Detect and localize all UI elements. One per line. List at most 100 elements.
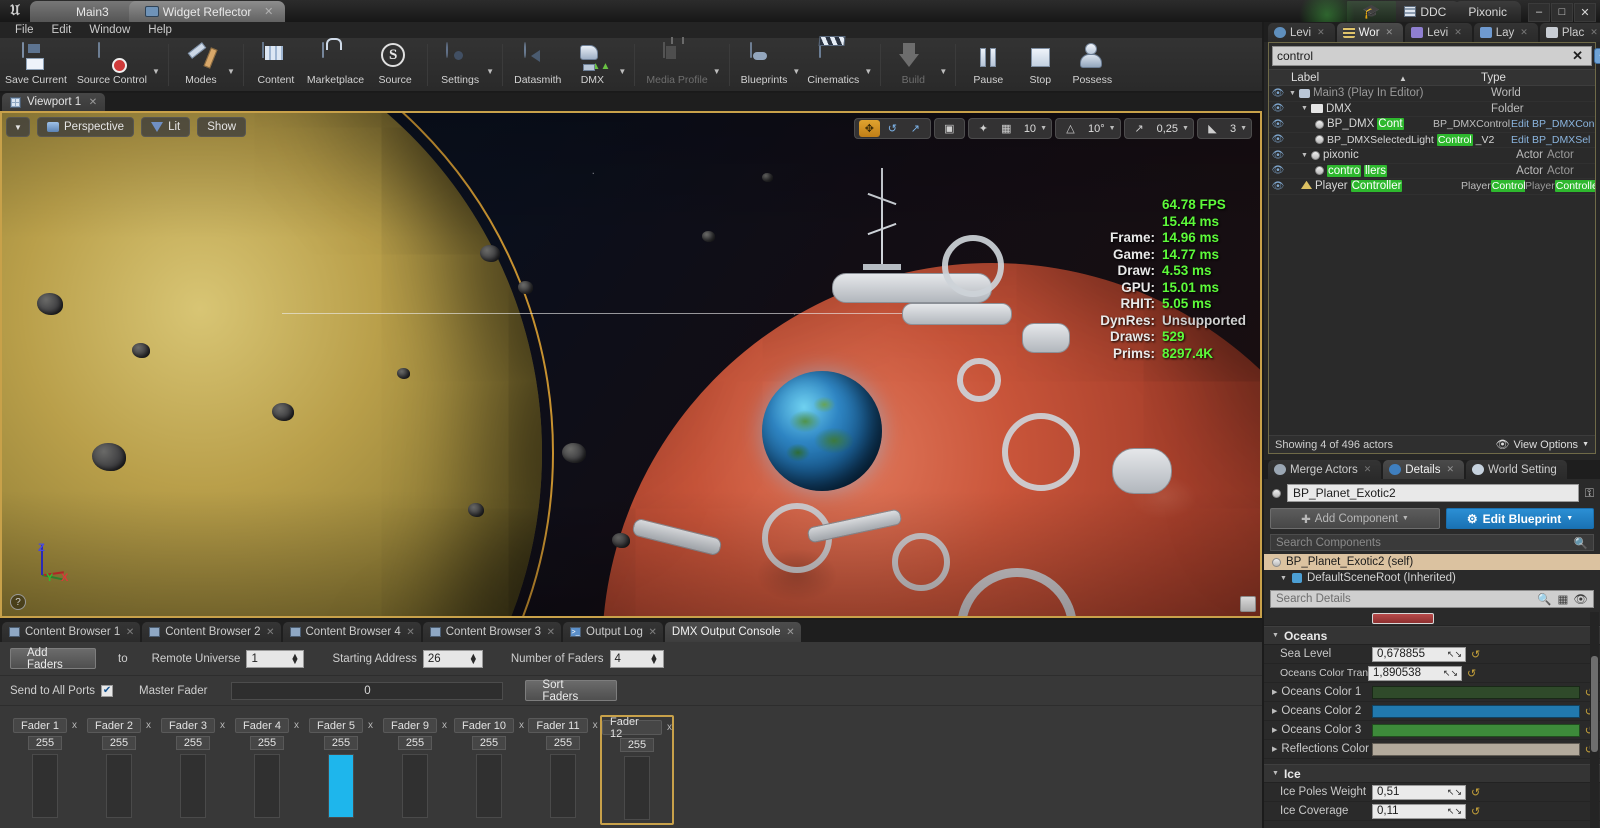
- fader-value[interactable]: 255: [102, 736, 136, 750]
- fader-column[interactable]: Fader 2 x 255: [82, 715, 156, 825]
- visibility-eye-icon[interactable]: 👁: [1269, 119, 1287, 130]
- remove-fader-icon[interactable]: x: [368, 720, 373, 731]
- table-row[interactable]: 👁 ▼ Main3 (Play In Editor) World: [1269, 86, 1595, 102]
- widget-reflector-tab[interactable]: Widget Reflector ✕: [128, 1, 286, 22]
- property-label-group[interactable]: ▶ Oceans Color 2: [1264, 705, 1372, 717]
- close-icon[interactable]: ✕: [1446, 464, 1454, 475]
- fader-label[interactable]: Fader 12: [602, 716, 662, 740]
- fader-slider[interactable]: [402, 754, 428, 818]
- tab-details[interactable]: Details ✕: [1383, 460, 1464, 479]
- scale-snap-value[interactable]: 0,25: [1152, 123, 1183, 135]
- minimize-button[interactable]: –: [1528, 2, 1550, 22]
- camera-speed-value[interactable]: 3: [1225, 123, 1241, 135]
- level-viewport[interactable]: ▼ Perspective Lit Show ✥ ↺ ↗ ▣ ✦ ▦ 10 ▼ …: [0, 111, 1262, 618]
- fader-slider[interactable]: [328, 754, 354, 818]
- remove-fader-icon[interactable]: x: [72, 720, 77, 731]
- camera-speed-icon[interactable]: ◣: [1202, 120, 1223, 137]
- expander-icon[interactable]: ▼: [1280, 575, 1287, 582]
- close-icon[interactable]: ✕: [1590, 27, 1598, 38]
- grid-snap-value[interactable]: 10: [1019, 123, 1041, 135]
- tab-dmx-output-console[interactable]: DMX Output Console ✕: [664, 622, 801, 642]
- remove-fader-icon[interactable]: x: [519, 720, 524, 731]
- close-icon[interactable]: ✕: [406, 627, 414, 638]
- toolbar-media-profile[interactable]: Media Profile: [641, 38, 712, 92]
- row-type-action[interactable]: Edit BP_DMXSel: [1511, 134, 1595, 146]
- spinner-arrows-icon[interactable]: ▲ ▼: [290, 651, 299, 665]
- fader-label[interactable]: Fader 3: [161, 718, 215, 733]
- rotation-snap-value[interactable]: 10°: [1083, 123, 1110, 135]
- rotation-snap-icon[interactable]: △: [1060, 120, 1081, 137]
- drag-handle-icon[interactable]: ↖↘: [1447, 787, 1462, 798]
- tab-world-settings[interactable]: World Setting: [1466, 460, 1567, 479]
- coordinate-space-toggle[interactable]: ▣: [933, 118, 965, 139]
- fader-label[interactable]: Fader 1: [13, 718, 67, 733]
- details-scrollbar[interactable]: [1590, 612, 1599, 828]
- actor-name-field[interactable]: BP_Planet_Exotic2: [1287, 484, 1579, 502]
- toolbar-marketplace[interactable]: Marketplace: [302, 38, 369, 92]
- column-type[interactable]: Type: [1481, 72, 1506, 84]
- oceans-color-3-swatch[interactable]: [1372, 723, 1580, 737]
- toolbar-datasmith[interactable]: Datasmith: [509, 38, 566, 92]
- fader-label[interactable]: Fader 5: [309, 718, 363, 733]
- close-button[interactable]: ✕: [1574, 2, 1596, 22]
- close-icon[interactable]: ✕: [264, 5, 273, 18]
- expander-icon[interactable]: ▼: [1289, 90, 1296, 97]
- oceans-color-1-swatch[interactable]: [1372, 685, 1580, 699]
- search-components-field[interactable]: Search Components 🔍: [1270, 534, 1594, 551]
- menu-help[interactable]: Help: [139, 22, 181, 38]
- tab-content-browser-3[interactable]: Content Browser 3 ✕: [422, 622, 561, 642]
- toolbar-settings[interactable]: Settings: [434, 38, 486, 92]
- master-fader-slider[interactable]: 0: [231, 681, 504, 700]
- add-faders-button[interactable]: Add Faders: [10, 647, 96, 671]
- starting-address-input[interactable]: 26 ▲ ▼: [422, 649, 483, 668]
- close-icon[interactable]: ✕: [1317, 27, 1325, 38]
- component-row-self[interactable]: BP_Planet_Exotic2 (self): [1264, 554, 1600, 570]
- toolbar-source[interactable]: S Source: [369, 38, 421, 92]
- tab-content-browser-4[interactable]: Content Browser 4 ✕: [282, 622, 421, 642]
- row-type-action[interactable]: Edit BP_DMXCon: [1511, 118, 1595, 130]
- fader-value[interactable]: 255: [472, 736, 506, 750]
- tab-layers[interactable]: Lay ✕: [1473, 23, 1538, 42]
- remove-fader-icon[interactable]: x: [593, 720, 598, 731]
- remote-universe-input[interactable]: 1 ▲ ▼: [246, 649, 305, 668]
- fader-value[interactable]: 255: [398, 736, 432, 750]
- visibility-eye-icon[interactable]: 👁: [1269, 103, 1287, 114]
- close-icon[interactable]: ✕: [1454, 27, 1462, 38]
- search-icon[interactable]: 🔍: [1537, 592, 1551, 606]
- chevron-down-icon[interactable]: ▼: [1040, 125, 1047, 132]
- close-icon[interactable]: ✕: [266, 627, 274, 638]
- close-icon[interactable]: ✕: [126, 627, 134, 638]
- chevron-down-icon[interactable]: ▼: [1182, 125, 1189, 132]
- ice-poles-weight-input[interactable]: 0,51 ↖↘: [1372, 784, 1466, 800]
- remove-fader-icon[interactable]: x: [294, 720, 299, 731]
- visibility-eye-icon[interactable]: 👁: [1269, 181, 1287, 192]
- fader-slider[interactable]: [106, 754, 132, 818]
- revert-icon[interactable]: ↺: [1471, 786, 1480, 799]
- close-icon[interactable]: ✕: [1520, 27, 1528, 38]
- toolbar-possess[interactable]: Possess: [1066, 38, 1118, 92]
- scale-gizmo-icon[interactable]: ↗: [905, 120, 926, 137]
- fader-column[interactable]: Fader 1 x 255: [8, 715, 82, 825]
- sort-faders-button[interactable]: Sort Faders: [525, 679, 618, 703]
- drag-handle-icon[interactable]: ↖↘: [1447, 806, 1462, 817]
- close-icon[interactable]: ✕: [89, 97, 97, 108]
- tab-viewport-1[interactable]: Viewport 1 ✕: [2, 93, 106, 111]
- view-options-icon[interactable]: 👁: [1573, 592, 1588, 606]
- fader-column[interactable]: Fader 5 x 255: [304, 715, 378, 825]
- property-label-group[interactable]: ▶ Oceans Color 3: [1264, 724, 1372, 736]
- table-row[interactable]: 👁 BP_DMXCont BP_DMXControl_C Edit BP_DMX…: [1269, 117, 1595, 133]
- fader-column[interactable]: Fader 10 x 255: [452, 715, 526, 825]
- expander-icon[interactable]: ▶: [1272, 707, 1277, 715]
- menu-window[interactable]: Window: [80, 22, 139, 38]
- tab-content-browser-1[interactable]: Content Browser 1 ✕: [2, 622, 141, 642]
- remove-fader-icon[interactable]: x: [667, 722, 672, 733]
- visibility-eye-icon[interactable]: 👁: [1269, 165, 1287, 176]
- close-icon[interactable]: ✕: [649, 627, 657, 638]
- lock-icon[interactable]: ⚿: [1585, 486, 1594, 501]
- fader-value[interactable]: 255: [620, 738, 654, 752]
- drag-handle-icon[interactable]: ↖↘: [1443, 668, 1458, 679]
- tab-levels[interactable]: Levi ✕: [1405, 23, 1472, 42]
- remove-fader-icon[interactable]: x: [442, 720, 447, 731]
- view-mode-dropdown[interactable]: Lit: [141, 117, 191, 137]
- oceans-color-transit-input[interactable]: 1,890538 ↖↘: [1368, 665, 1462, 681]
